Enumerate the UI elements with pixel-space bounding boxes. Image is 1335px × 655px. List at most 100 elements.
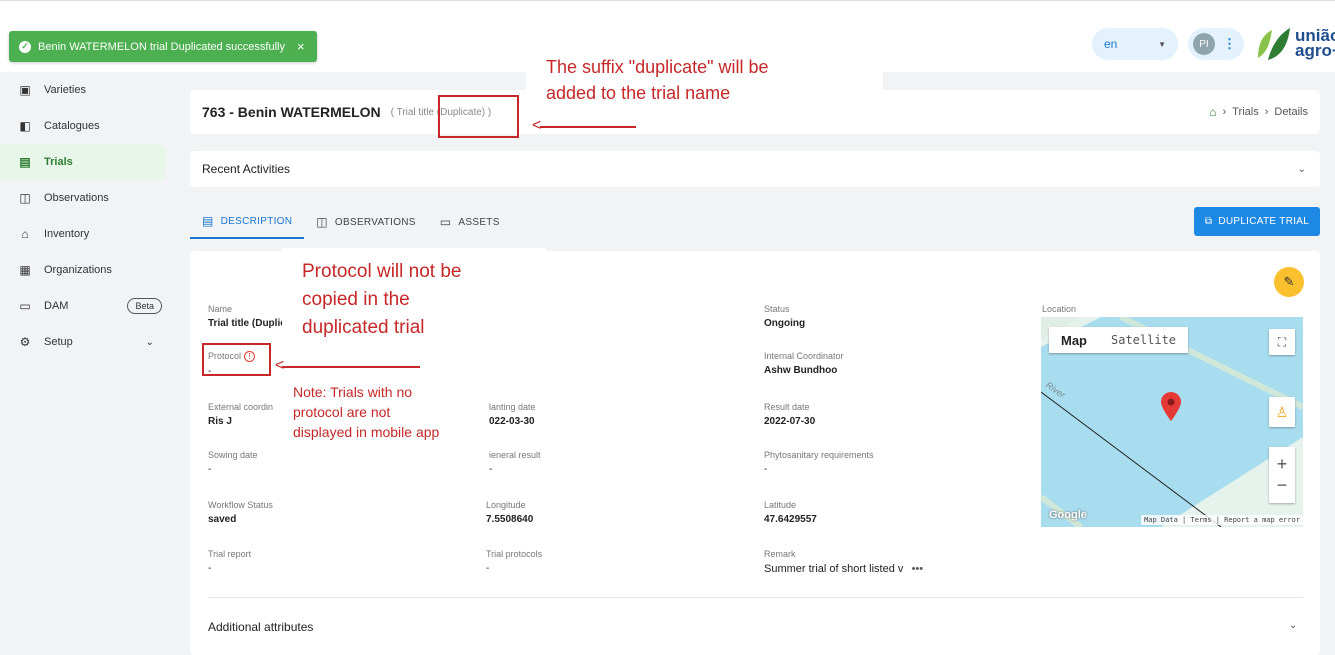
sidebar-item-observations[interactable]: ◫ Observations [0,180,172,216]
remark-text: Summer trial of short listed v [764,563,906,575]
field-value: - [208,563,212,574]
language-select[interactable]: en ▼ [1092,28,1178,60]
sidebar-item-label: DAM [44,300,69,312]
sidebar-item-trials[interactable]: ▤ Trials [0,144,166,180]
zoom-in-icon[interactable]: + [1277,454,1288,475]
chevron-down-icon[interactable]: ⌄ [1289,620,1297,631]
sidebar-item-setup[interactable]: ⚙ Setup ⌄ [0,324,172,360]
field-trial-protocols: Trial protocols - [486,549,736,574]
recent-activities-label: Recent Activities [202,162,291,176]
recent-activities-panel[interactable]: Recent Activities ⌄ [190,151,1320,187]
field-longitude: Longitude 7.5508640 [486,500,736,525]
more-vert-icon[interactable]: ⋮ [1223,36,1236,52]
field-value: - [489,464,493,475]
document-icon: ▤ [202,214,214,228]
leaf-icon [1258,28,1290,60]
additional-attributes-label[interactable]: Additional attributes [208,620,313,634]
varieties-icon: ▣ [19,83,31,97]
field-value: Ashw Bundhoo [764,365,838,376]
sidebar-item-label: Observations [44,192,109,204]
copy-icon: ⧉ [1204,216,1213,227]
inventory-icon: ⌂ [21,227,29,241]
google-logo: Google [1049,509,1087,521]
chevron-down-icon[interactable]: ⌄ [1298,164,1306,175]
annotation-line: Note: Trials with no [293,384,413,400]
chevron-down-icon: ⌄ [145,336,154,348]
field-label: ieneral result [489,450,541,460]
field-value: Ris J [208,416,232,427]
field-label: Trial report [208,549,252,559]
annotation-protocol-text: Protocol will not be copied in the dupli… [302,258,461,342]
breadcrumb-separator: › [1264,106,1269,118]
tab-observations[interactable]: ◫ OBSERVATIONS [304,205,427,239]
map-attribution[interactable]: Map Data | Terms | Report a map error [1141,515,1303,525]
sidebar-item-varieties[interactable]: ▣ Varieties [0,72,172,108]
sidebar-item-label: Organizations [44,264,112,276]
arrow-head-icon: < [532,117,542,134]
more-icon[interactable]: ••• [912,563,924,575]
map-tab[interactable]: Map [1049,333,1099,348]
field-sowing-date: Sowing date - [208,450,458,475]
home-icon[interactable]: ⌂ [1209,105,1216,119]
sidebar-item-inventory[interactable]: ⌂ Inventory [0,216,172,252]
user-menu[interactable]: PI ⋮ [1188,28,1244,60]
organizations-icon: ▦ [19,263,31,277]
annotation-mobile-box: Note: Trials with no protocol are not di… [282,380,487,444]
field-label: Status [764,304,790,314]
sidebar-item-dam[interactable]: ▭ DAM Beta [0,288,172,324]
toast-close-icon[interactable]: × [297,39,305,54]
location-map[interactable]: River Map Satellite ⛶ ♙ + − Google Map D… [1041,317,1303,527]
annotation-highlight-protocol [202,343,271,376]
field-label: Internal Coordinator [764,351,844,361]
logo-line2: agro+ [1295,41,1335,60]
sidebar-item-label: Trials [44,156,73,168]
field-phytosanitary: Phytosanitary requirements - [764,450,1014,475]
brand-logo: união agro+ [1254,24,1335,62]
field-value: 47.6429557 [764,514,817,525]
language-value: en [1104,37,1118,51]
sidebar-item-organizations[interactable]: ▦ Organizations [0,252,172,288]
breadcrumb-trials[interactable]: Trials [1232,106,1258,118]
field-general-result: ieneral result - [489,450,739,475]
folder-icon: ▭ [439,215,452,229]
field-value: saved [208,514,237,525]
sidebar-item-label: Setup [44,336,73,348]
trials-icon: ▤ [19,155,31,169]
tab-bar: ▤ DESCRIPTION ◫ OBSERVATIONS ▭ ASSETS [190,205,512,239]
field-value: Trial title (Duplica [208,318,292,329]
gear-icon: ⚙ [19,335,31,349]
tab-description[interactable]: ▤ DESCRIPTION [190,205,305,239]
divider [208,597,1303,598]
field-label: Remark [764,549,796,559]
duplicate-trial-button[interactable]: ⧉ DUPLICATE TRIAL [1194,207,1320,236]
pencil-icon: ✎ [1283,274,1295,289]
sidebar-item-label: Catalogues [44,120,100,132]
field-value: - [486,563,490,574]
street-view-icon[interactable]: ♙ [1269,397,1295,427]
field-label: Longitude [486,500,526,510]
annotation-suffix-text: The suffix "duplicate" will be added to … [546,54,769,106]
duplicate-trial-label: DUPLICATE TRIAL [1218,216,1310,227]
field-planting-date: lanting date 022-03-30 [489,402,739,427]
page-title: 763 - Benin WATERMELON [202,104,381,120]
field-value: 7.5508640 [486,514,534,525]
field-value: Summer trial of short listed v ••• [764,563,964,575]
satellite-tab[interactable]: Satellite [1099,333,1188,347]
field-value: Ongoing [764,318,806,329]
check-icon: ✓ [19,40,31,53]
sidebar-item-catalogues[interactable]: ◧ Catalogues [0,108,172,144]
field-status: Status Ongoing [764,304,1014,329]
edit-button[interactable]: ✎ [1274,267,1304,297]
arrow-head-icon: < [275,357,285,374]
map-pin-icon[interactable] [1160,392,1182,422]
field-label: Phytosanitary requirements [764,450,874,460]
tab-label: OBSERVATIONS [334,216,416,228]
field-result-date: Result date 2022-07-30 [764,402,1014,427]
zoom-out-icon[interactable]: − [1277,475,1288,496]
field-label: Name [208,304,233,314]
chevron-down-icon: ▼ [1158,39,1166,49]
annotation-line: protocol are not [293,404,391,420]
annotation-arrow [540,126,636,128]
fullscreen-icon[interactable]: ⛶ [1269,329,1295,355]
tab-assets[interactable]: ▭ ASSETS [428,205,512,239]
